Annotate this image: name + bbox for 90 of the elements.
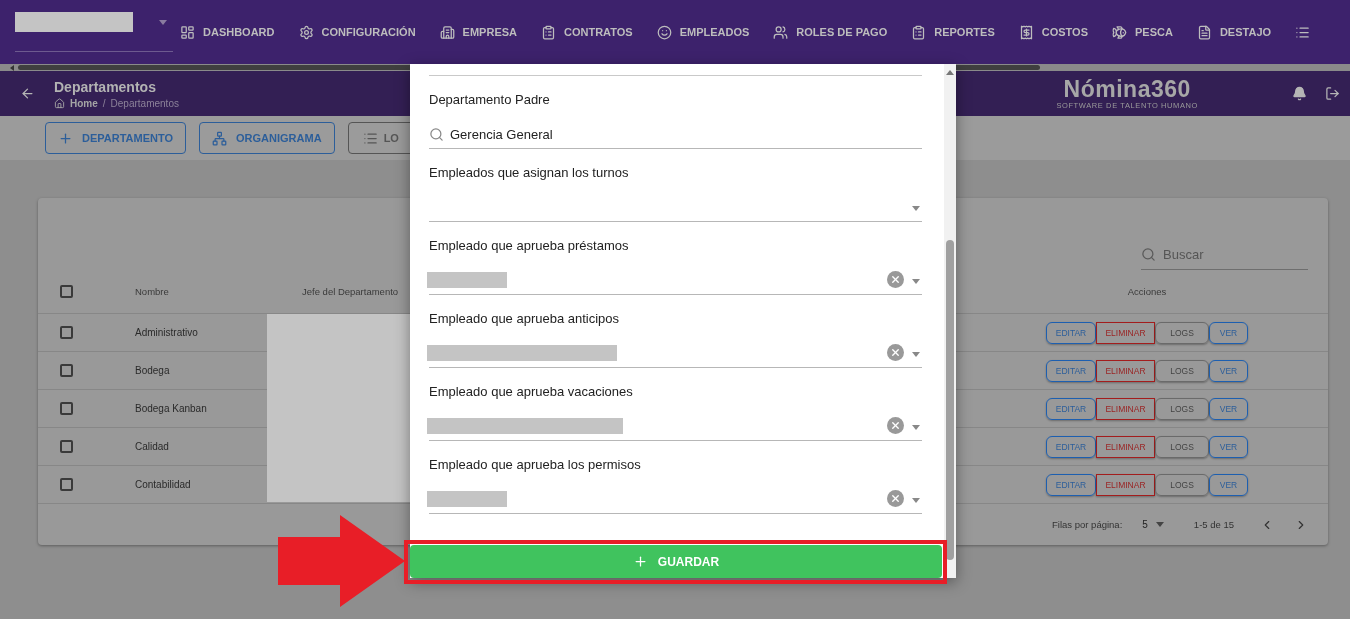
field-label: Empleado que aprueba vacaciones: [429, 384, 634, 399]
action-button[interactable]: LOGS: [1155, 359, 1209, 382]
checkbox[interactable]: [60, 402, 73, 415]
column-header: Acciones: [1127, 286, 1167, 297]
clear-icon[interactable]: [887, 344, 904, 361]
nav-item[interactable]: COSTOS: [1018, 24, 1088, 40]
back-arrow-icon[interactable]: [20, 86, 35, 101]
table-cell-text: Bodega: [135, 365, 171, 376]
logo: Nómina360: [1063, 77, 1191, 101]
action-button[interactable]: LOGS: [1155, 321, 1209, 344]
action-button[interactable]: EDITAR: [1046, 397, 1096, 420]
action-button[interactable]: VER: [1209, 435, 1248, 458]
rows-per-page-select[interactable]: 5: [1136, 518, 1170, 531]
clipboard-icon: [541, 24, 556, 40]
plus-icon: [632, 554, 648, 569]
vertical-scrollbar[interactable]: [944, 64, 956, 578]
nav-item[interactable]: REPORTES: [911, 24, 995, 40]
caret-icon: [159, 20, 167, 25]
nav-item[interactable]: DASHBOARD: [180, 24, 275, 40]
checkbox[interactable]: [60, 326, 73, 339]
action-button[interactable]: VER: [1209, 473, 1248, 496]
search-input[interactable]: Gerencia General: [450, 126, 650, 142]
face-icon: [656, 24, 672, 40]
list-icon[interactable]: [1295, 24, 1311, 40]
action-button[interactable]: LOGS: [1155, 435, 1209, 458]
clear-icon[interactable]: [887, 417, 904, 434]
action-button[interactable]: ELIMINAR: [1096, 397, 1155, 420]
action-button[interactable]: LOGS: [1155, 397, 1209, 420]
building-icon: [439, 24, 455, 40]
action-button[interactable]: VER: [1209, 397, 1248, 420]
nav-item[interactable]: PESCA: [1112, 24, 1173, 40]
rows-per-page-label: Filas por página:: [1052, 519, 1123, 530]
action-button[interactable]: ELIMINAR: [1096, 473, 1155, 496]
breadcrumb-current: Departamentos: [110, 97, 179, 109]
clear-icon[interactable]: [887, 490, 904, 507]
search-icon: [1141, 247, 1156, 262]
clear-icon[interactable]: [887, 271, 904, 288]
list-icon: [362, 130, 378, 146]
action-button[interactable]: ELIMINAR: [1096, 359, 1155, 382]
save-button[interactable]: GUARDAR: [410, 545, 942, 578]
logout-icon[interactable]: [1325, 86, 1340, 101]
nav-item[interactable]: ROLES DE PAGO: [773, 24, 888, 40]
people-icon: [773, 24, 789, 40]
nav-item[interactable]: CONFIGURACIÓN: [298, 24, 416, 40]
action-button[interactable]: VER: [1209, 321, 1248, 344]
field-label: Empleados que asignan los turnos: [429, 165, 630, 180]
breadcrumb-separator: /: [102, 97, 106, 109]
checkbox[interactable]: [60, 285, 73, 298]
page-range: 1-5 de 15: [1193, 519, 1234, 530]
action-button[interactable]: EDITAR: [1046, 359, 1096, 382]
field-label: Empleado que aprueba préstamos: [429, 238, 630, 253]
dashboard-icon: [180, 24, 195, 40]
search-field[interactable]: Buscar: [1141, 240, 1308, 270]
fish-icon: [1112, 24, 1127, 40]
settings-icon: [298, 24, 314, 40]
nav-item[interactable]: DESTAJO: [1196, 24, 1272, 40]
table-cell-text: Calidad: [135, 441, 170, 452]
action-button[interactable]: ELIMINAR: [1096, 321, 1155, 344]
field-label: Empleado que aprueba los permisos: [429, 457, 642, 472]
action-button[interactable]: ELIMINAR: [1096, 435, 1155, 458]
nav-item[interactable]: EMPRESA: [439, 24, 517, 40]
plus-icon: [58, 130, 73, 146]
clipboard-icon: [911, 24, 927, 40]
org-chart-icon: [212, 130, 228, 146]
page-title: Departamentos: [54, 78, 157, 95]
action-button[interactable]: LOGS: [1155, 473, 1209, 496]
search-input[interactable]: Buscar: [1161, 246, 1291, 263]
table-cell-text: Bodega Kanban: [135, 403, 208, 414]
breadcrumb-link[interactable]: Home: [70, 97, 98, 109]
toolbar-button[interactable]: ORGANIGRAMA: [199, 122, 335, 154]
toolbar-button[interactable]: DEPARTAMENTO: [45, 122, 187, 154]
field-label: Empleado que aprueba anticipos: [429, 311, 621, 326]
table-cell-text: Contabilidad: [135, 479, 192, 490]
action-button[interactable]: EDITAR: [1046, 321, 1096, 344]
checkbox[interactable]: [60, 478, 73, 491]
table-cell-text: Administrativo: [135, 327, 199, 338]
column-header[interactable]: Nombre: [135, 286, 302, 297]
search-icon: [429, 127, 444, 142]
checkbox[interactable]: [60, 364, 73, 377]
checkbox[interactable]: [60, 440, 73, 453]
receipt-icon: [1018, 24, 1034, 40]
field-label: Departamento Padre: [429, 92, 551, 107]
document-icon: [1196, 24, 1212, 40]
action-button[interactable]: EDITAR: [1046, 435, 1096, 458]
nav-item[interactable]: CONTRATOS: [541, 24, 633, 40]
bell-icon[interactable]: [1292, 86, 1307, 101]
action-button[interactable]: EDITAR: [1046, 473, 1096, 496]
nav-item[interactable]: EMPLEADOS: [656, 24, 750, 40]
action-button[interactable]: VER: [1209, 359, 1248, 382]
home-icon: [54, 97, 65, 109]
